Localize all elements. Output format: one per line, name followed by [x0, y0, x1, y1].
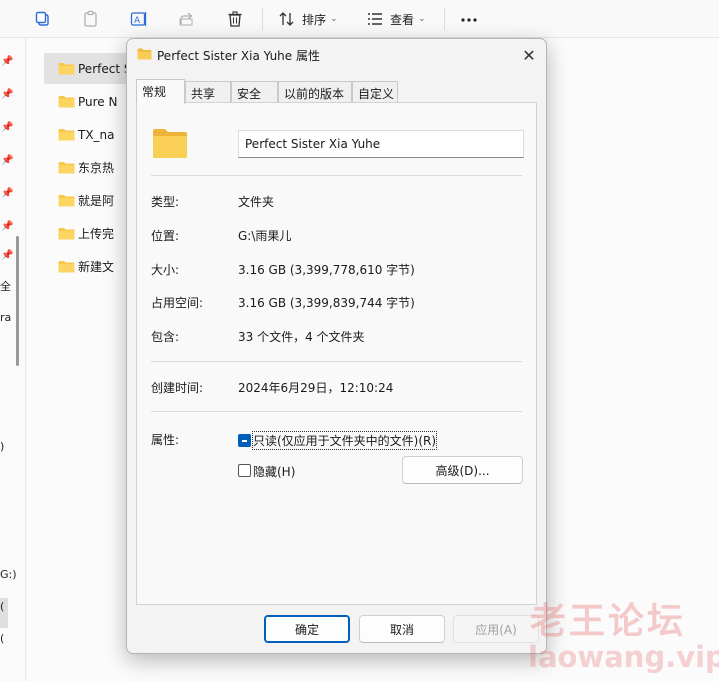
divider [151, 411, 522, 412]
disk-size-value: 3.16 GB (3,399,839,744 字节) [238, 296, 415, 310]
ok-button[interactable]: 确定 [264, 615, 350, 643]
dialog-title: Perfect Sister Xia Yuhe 属性 [157, 49, 320, 63]
file-row[interactable]: Perfect Sister Xia Yuhe [44, 53, 130, 84]
general-tab-panel: 类型: 文件夹 位置: G:\雨果儿 大小: 3.16 GB (3,399,77… [136, 102, 537, 605]
toolbar-divider [444, 8, 445, 30]
delete-icon[interactable] [226, 7, 244, 31]
folder-icon [58, 96, 75, 108]
nav-scrollbar[interactable] [16, 236, 19, 366]
pin-icon: 📌 [1, 122, 14, 133]
file-row[interactable]: 新建文 [44, 251, 130, 282]
tab-sharing[interactable]: 共享 [185, 81, 231, 103]
folder-icon [58, 195, 75, 207]
rename-icon[interactable]: A [130, 7, 148, 31]
paste-icon[interactable] [82, 7, 100, 31]
folder-icon [58, 63, 75, 75]
file-name: 东京热 [78, 161, 115, 175]
apply-button[interactable]: 应用(A) [453, 615, 539, 643]
chevron-down-icon: ⌄ [330, 14, 338, 24]
sort-icon [279, 12, 294, 26]
cancel-button[interactable]: 取消 [359, 615, 445, 643]
file-name: 就是阿 [78, 194, 115, 208]
folder-icon [58, 129, 75, 141]
nav-item[interactable]: ( [0, 632, 4, 645]
nav-item[interactable]: G:) [0, 568, 17, 581]
size-value: 3.16 GB (3,399,778,610 字节) [238, 263, 415, 277]
file-name: Perfect Sister Xia Yuhe [78, 61, 130, 76]
close-icon[interactable]: ✕ [512, 39, 546, 71]
hidden-checkbox[interactable] [238, 464, 251, 477]
watermark-text: 老王论坛 [530, 601, 687, 642]
hidden-label[interactable]: 隐藏(H) [253, 463, 295, 480]
created-label: 创建时间: [151, 381, 204, 395]
dialog-titlebar[interactable]: Perfect Sister Xia Yuhe 属性 ✕ [127, 39, 546, 71]
more-options-icon[interactable] [460, 7, 478, 31]
divider [151, 175, 522, 176]
sort-button[interactable]: 排序 ⌄ [278, 7, 338, 31]
file-name: 上传完 [78, 227, 115, 241]
folder-icon [153, 129, 187, 158]
tab-customize[interactable]: 自定义 [352, 81, 398, 103]
tab-security[interactable]: 安全 [231, 81, 278, 103]
created-value: 2024年6月29日，12:10:24 [238, 381, 394, 395]
view-button[interactable]: 查看 ⌄ [366, 7, 426, 31]
share-icon[interactable] [178, 7, 196, 31]
contains-value: 33 个文件，4 个文件夹 [238, 330, 365, 344]
size-label: 大小: [151, 263, 180, 277]
file-row[interactable]: Pure N [44, 86, 130, 117]
pin-icon: 📌 [1, 250, 14, 261]
folder-icon [58, 261, 75, 273]
disk-size-label: 占用空间: [151, 296, 204, 310]
folder-icon [137, 48, 152, 60]
nav-item[interactable]: ra [0, 311, 11, 324]
location-value: G:\雨果儿 [238, 229, 292, 243]
readonly-checkbox[interactable] [238, 434, 251, 447]
pin-icon: 📌 [1, 221, 14, 232]
navigation-pane: 📌 📌 📌 📌 📌 📌 📌 全 ra ) G:) ( ( [0, 38, 26, 681]
explorer-toolbar: A 排序 ⌄ 查看 ⌄ [0, 0, 719, 38]
svg-text:A: A [134, 16, 141, 26]
folder-icon [58, 228, 75, 240]
file-row[interactable]: 就是阿 [44, 185, 130, 216]
contains-label: 包含: [151, 330, 180, 344]
file-row[interactable]: TX_na [44, 119, 130, 150]
advanced-button[interactable]: 高级(D)... [402, 456, 523, 484]
folder-name-input[interactable] [238, 130, 524, 158]
view-label: 查看 [390, 12, 415, 27]
attributes-label: 属性: [151, 433, 180, 447]
nav-item[interactable]: ) [0, 440, 4, 453]
file-name: TX_na [78, 127, 115, 142]
pin-icon: 📌 [1, 188, 14, 199]
view-icon [368, 13, 382, 25]
pin-icon: 📌 [1, 89, 14, 100]
watermark-url: laowang.vip [528, 640, 719, 674]
file-row[interactable]: 东京热 [44, 152, 130, 183]
file-name: 新建文 [78, 260, 115, 274]
tab-general[interactable]: 常规 [136, 79, 185, 104]
folder-icon [58, 162, 75, 174]
location-label: 位置: [151, 229, 180, 243]
toolbar-divider [262, 8, 263, 30]
pin-icon: 📌 [1, 56, 14, 67]
nav-item[interactable]: 全 [0, 278, 11, 294]
pin-icon: 📌 [1, 155, 14, 166]
file-name: Pure N [78, 94, 118, 109]
copy-icon[interactable] [34, 7, 52, 31]
sort-label: 排序 [302, 12, 327, 27]
tab-previous-versions[interactable]: 以前的版本 [278, 81, 352, 103]
properties-dialog: Perfect Sister Xia Yuhe 属性 ✕ 常规 共享 安全 以前… [126, 38, 547, 654]
type-label: 类型: [151, 195, 180, 209]
file-row[interactable]: 上传完 [44, 218, 130, 249]
divider [151, 361, 522, 362]
readonly-label[interactable]: 只读(仅应用于文件夹中的文件)(R) [251, 431, 438, 450]
type-value: 文件夹 [238, 195, 275, 209]
nav-item[interactable]: ( [0, 600, 4, 613]
chevron-down-icon: ⌄ [418, 14, 426, 24]
